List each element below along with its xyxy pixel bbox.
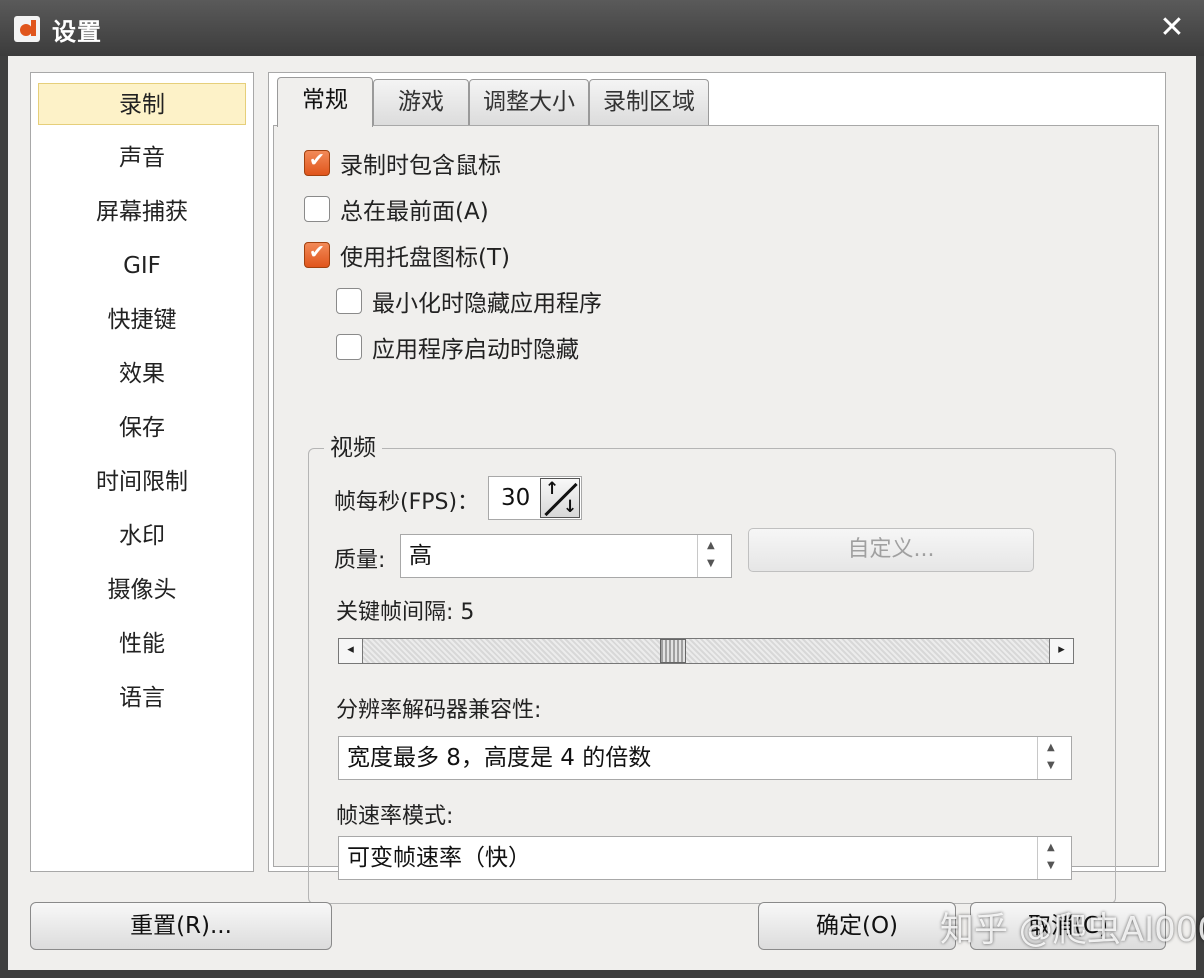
- title-bar[interactable]: 设置 ✕: [0, 0, 1204, 56]
- framerate-mode-arrows-icon[interactable]: [1037, 837, 1071, 879]
- slider-thumb[interactable]: [660, 639, 686, 663]
- sidebar-item-language[interactable]: 语言: [38, 677, 246, 719]
- tab-general[interactable]: 常规: [277, 77, 373, 127]
- hide-on-startup-option[interactable]: 应用程序启动时隐藏: [336, 332, 579, 363]
- framerate-mode-label: 帧速率模式:: [336, 804, 454, 829]
- settings-window: 设置 ✕ 录制 声音 屏幕捕获 GIF 快捷键 效果 保存 时间限制 水印 摄像…: [0, 0, 1204, 978]
- settings-content: 常规 游戏 调整大小 录制区域 录制时包含鼠标 总在最前面(A) 使用托盘图标(…: [268, 72, 1166, 904]
- window-title: 设置: [52, 18, 102, 46]
- tab-recording-area[interactable]: 录制区域: [589, 79, 709, 125]
- sidebar-item-performance[interactable]: 性能: [38, 623, 246, 665]
- tray-icon-label: 使用托盘图标(T): [340, 245, 510, 271]
- resolution-compat-label: 分辨率解码器兼容性:: [336, 698, 542, 723]
- include-cursor-checkbox[interactable]: [304, 149, 330, 176]
- settings-category-list: 录制 声音 屏幕捕获 GIF 快捷键 效果 保存 时间限制 水印 摄像头 性能 …: [30, 72, 254, 872]
- hide-on-minimize-option[interactable]: 最小化时隐藏应用程序: [336, 286, 602, 317]
- tab-resize[interactable]: 调整大小: [469, 79, 589, 125]
- tab-panel-general: 录制时包含鼠标 总在最前面(A) 使用托盘图标(T) 最小化时隐藏应用程序 应用…: [273, 125, 1159, 904]
- tray-icon-option[interactable]: 使用托盘图标(T): [304, 240, 510, 271]
- slider-left-arrow-icon[interactable]: ◂: [339, 639, 363, 663]
- fps-spin-arrows-icon[interactable]: ↑ ↓: [540, 478, 580, 518]
- custom-quality-button[interactable]: 自定义...: [748, 528, 1034, 572]
- resolution-compat-select[interactable]: 宽度最多 8，高度是 4 的倍数: [338, 736, 1072, 780]
- hide-on-startup-label: 应用程序启动时隐藏: [372, 337, 579, 363]
- quality-select-value: 高: [409, 543, 432, 569]
- sidebar-item-gif[interactable]: GIF: [38, 245, 246, 287]
- hide-on-startup-checkbox[interactable]: [336, 334, 362, 360]
- resolution-compat-arrows-icon[interactable]: [1037, 737, 1071, 779]
- close-button[interactable]: ✕: [1154, 10, 1190, 46]
- framerate-mode-select[interactable]: 可变帧速率（快）: [338, 836, 1072, 880]
- sidebar-item-effects[interactable]: 效果: [38, 353, 246, 395]
- hide-on-minimize-checkbox[interactable]: [336, 288, 362, 314]
- sidebar-item-save[interactable]: 保存: [38, 407, 246, 449]
- sidebar-item-sound[interactable]: 声音: [38, 137, 246, 179]
- hide-on-minimize-label: 最小化时隐藏应用程序: [372, 291, 602, 317]
- always-on-top-checkbox[interactable]: [304, 196, 330, 222]
- watermark-text: 知乎 @爬虫AI000: [940, 910, 1204, 950]
- tab-game[interactable]: 游戏: [373, 79, 469, 125]
- video-group-title: 视频: [324, 428, 382, 462]
- sidebar-item-webcam[interactable]: 摄像头: [38, 569, 246, 611]
- dialog-client-area: 录制 声音 屏幕捕获 GIF 快捷键 效果 保存 时间限制 水印 摄像头 性能 …: [8, 56, 1196, 970]
- always-on-top-label: 总在最前面(A): [340, 199, 489, 225]
- tray-icon-checkbox[interactable]: [304, 241, 330, 268]
- quality-label: 质量:: [334, 548, 386, 573]
- ok-button[interactable]: 确定(O): [758, 902, 956, 950]
- sidebar-item-watermark[interactable]: 水印: [38, 515, 246, 557]
- reset-button[interactable]: 重置(R)...: [30, 902, 332, 950]
- app-logo-icon: [14, 16, 40, 42]
- sidebar-item-screen-capture[interactable]: 屏幕捕获: [38, 191, 246, 233]
- fps-label: 帧每秒(FPS)：: [334, 490, 480, 515]
- include-cursor-label: 录制时包含鼠标: [340, 153, 501, 179]
- keyframe-interval-label: 关键帧间隔: 5: [336, 600, 475, 625]
- keyframe-interval-slider[interactable]: ◂ ▸: [338, 638, 1074, 664]
- resolution-compat-value: 宽度最多 8，高度是 4 的倍数: [347, 745, 652, 771]
- sidebar-item-time-limit[interactable]: 时间限制: [38, 461, 246, 503]
- framerate-mode-value: 可变帧速率（快）: [347, 845, 531, 871]
- include-cursor-option[interactable]: 录制时包含鼠标: [304, 148, 501, 179]
- slider-right-arrow-icon[interactable]: ▸: [1049, 639, 1073, 663]
- quality-select[interactable]: 高: [400, 534, 732, 578]
- sidebar-item-recording[interactable]: 录制: [38, 83, 246, 125]
- quality-select-arrows-icon[interactable]: [697, 535, 731, 577]
- always-on-top-option[interactable]: 总在最前面(A): [304, 194, 489, 225]
- sidebar-item-hotkeys[interactable]: 快捷键: [38, 299, 246, 341]
